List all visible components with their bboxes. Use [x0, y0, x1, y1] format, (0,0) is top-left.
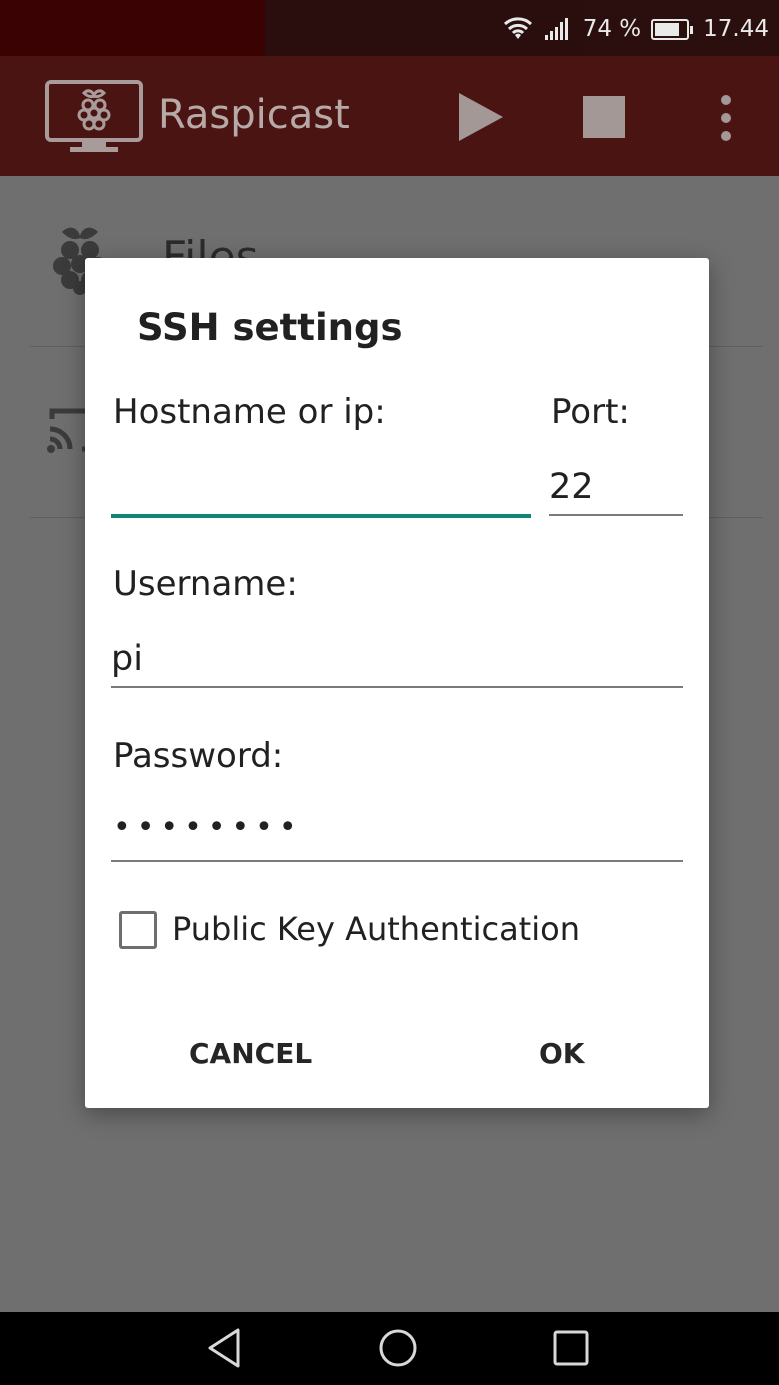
ok-button[interactable]: OK — [533, 1036, 591, 1071]
username-input[interactable] — [111, 636, 683, 682]
back-icon[interactable] — [204, 1326, 244, 1370]
battery-icon — [651, 16, 694, 42]
screen: 74 % 17.44 Raspicast SSH settings Hostna… — [0, 0, 779, 1385]
wifi-icon — [503, 17, 532, 39]
status-bar-right: 74 % 17.44 — [503, 12, 769, 46]
username-label: Username: — [113, 564, 298, 604]
dialog-title: SSH settings — [137, 306, 403, 349]
navigation-bar — [0, 1312, 779, 1385]
hostname-input[interactable] — [111, 464, 531, 510]
app-title: Raspicast — [158, 92, 350, 138]
password-label: Password: — [113, 736, 284, 776]
port-input[interactable] — [549, 464, 683, 510]
hostname-label: Hostname or ip: — [113, 392, 386, 432]
recents-icon[interactable] — [552, 1326, 590, 1370]
status-bar: 74 % 17.44 — [0, 0, 779, 56]
clock: 17.44 — [703, 16, 769, 42]
password-underline — [111, 860, 683, 862]
port-label: Port: — [551, 392, 630, 432]
play-icon[interactable] — [456, 90, 506, 144]
public-key-label[interactable]: Public Key Authentication — [172, 910, 580, 948]
more-vert-icon[interactable] — [712, 92, 740, 144]
port-underline — [549, 514, 683, 516]
username-underline — [111, 686, 683, 688]
hostname-underline — [111, 514, 531, 518]
home-icon[interactable] — [376, 1326, 420, 1370]
battery-percent: 74 % — [582, 16, 642, 42]
stop-icon[interactable] — [583, 96, 625, 138]
cancel-button[interactable]: CANCEL — [183, 1036, 318, 1071]
password-input[interactable]: •••••••• — [113, 810, 683, 856]
signal-icon — [544, 18, 568, 40]
public-key-checkbox[interactable] — [119, 911, 157, 949]
raspberry-tv-logo-icon — [45, 80, 143, 152]
app-bar: Raspicast — [0, 56, 779, 176]
ssh-settings-dialog: SSH settings Hostname or ip: Port: Usern… — [85, 258, 709, 1108]
